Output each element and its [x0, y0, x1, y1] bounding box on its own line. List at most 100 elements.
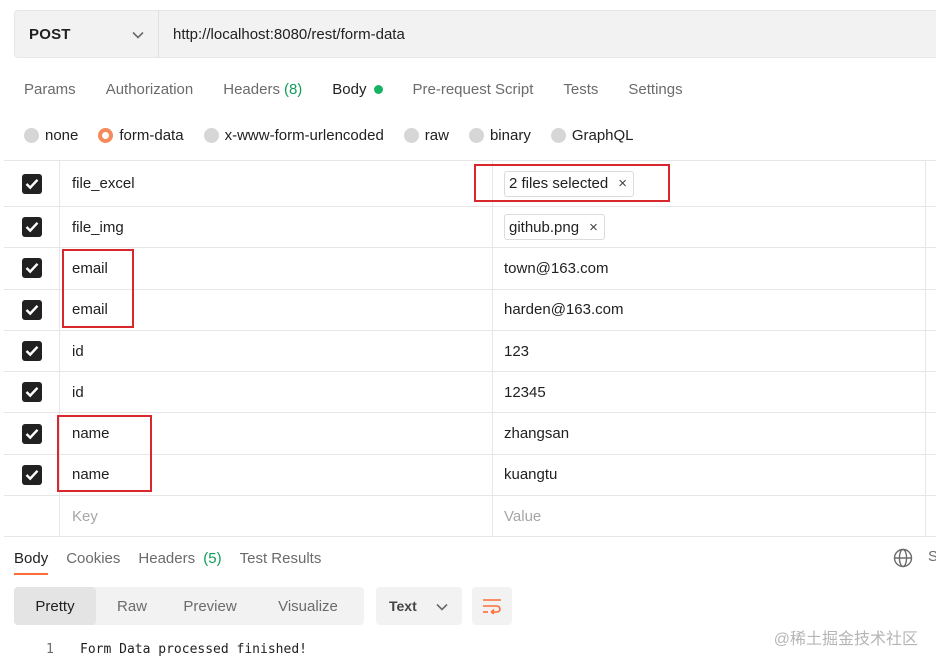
value-field[interactable]: harden@163.com — [493, 289, 926, 330]
method-label: POST — [29, 25, 71, 43]
table-row: email town@163.com — [4, 248, 936, 290]
close-icon[interactable]: × — [589, 219, 598, 236]
file-chip: 2 files selected × — [504, 170, 634, 197]
line-number: 1 — [46, 642, 54, 657]
row-checkbox[interactable] — [21, 341, 42, 362]
key-field[interactable]: name — [60, 413, 493, 454]
tab-headers[interactable]: Headers (8) — [223, 81, 302, 98]
key-field[interactable]: email — [60, 289, 493, 330]
value-field[interactable]: github.png × — [493, 207, 926, 248]
checkmark-icon — [25, 222, 38, 233]
wrap-lines-button[interactable] — [472, 587, 512, 625]
new-value-input[interactable]: Value — [493, 496, 926, 537]
method-select[interactable]: POST — [15, 11, 159, 57]
tab-label: Authorization — [105, 80, 194, 98]
radio-label: raw — [424, 126, 449, 144]
value-field[interactable]: kuangtu — [493, 454, 926, 496]
key-field[interactable]: id — [60, 372, 493, 413]
key-field[interactable]: id — [60, 330, 493, 372]
tab-pre-request-script[interactable]: Pre-request Script — [413, 81, 534, 98]
radio-label: x-www-form-urlencoded — [224, 126, 384, 144]
row-end-cell — [926, 455, 936, 495]
radio-graphql[interactable]: GraphQL — [550, 126, 634, 144]
headers-count: (8) — [283, 80, 303, 98]
row-checkbox[interactable] — [21, 423, 42, 444]
key-field[interactable]: name — [60, 454, 493, 496]
row-checkbox[interactable] — [21, 464, 42, 485]
row-checkbox[interactable] — [21, 299, 42, 320]
radio-x-www-form-urlencoded[interactable]: x-www-form-urlencoded — [203, 126, 384, 144]
radio-button — [203, 127, 219, 143]
table-row: file_excel 2 files selected × — [4, 161, 936, 207]
value-field[interactable]: town@163.com — [493, 248, 926, 289]
tab-tests[interactable]: Tests — [563, 81, 598, 98]
file-chip: github.png × — [504, 214, 605, 241]
file-chip-label: github.png — [509, 218, 580, 236]
view-preview-button[interactable]: Preview — [168, 587, 252, 625]
key-field[interactable]: email — [60, 248, 493, 289]
row-end-cell — [926, 161, 936, 206]
radio-raw[interactable]: raw — [403, 126, 449, 144]
body-active-dot — [373, 84, 383, 94]
table-row: id 123 — [4, 330, 936, 373]
tab-settings[interactable]: Settings — [628, 81, 682, 98]
value-field[interactable]: 2 files selected × — [493, 161, 926, 206]
row-end-cell — [926, 372, 936, 412]
view-visualize-button[interactable]: Visualize — [252, 587, 364, 625]
row-checkbox[interactable] — [21, 173, 42, 194]
checkmark-icon — [25, 346, 38, 357]
checkmark-icon — [25, 304, 38, 316]
tab-test-results[interactable]: Test Results — [240, 550, 322, 567]
close-icon[interactable]: × — [618, 175, 627, 192]
form-data-table: file_excel 2 files selected × file_img gi… — [4, 160, 936, 538]
tab-authorization[interactable]: Authorization — [106, 81, 194, 98]
key-field[interactable]: file_excel — [60, 161, 493, 206]
key-field[interactable]: file_img — [60, 207, 493, 248]
url-input[interactable]: http://localhost:8080/rest/form-data — [159, 11, 936, 57]
tab-label: Tests — [563, 80, 599, 98]
radio-button — [403, 127, 419, 143]
tab-label: Cookies — [66, 549, 121, 567]
value-field[interactable]: zhangsan — [493, 413, 926, 454]
chevron-down-icon — [436, 598, 448, 614]
radio-form-data[interactable]: form-data — [98, 127, 184, 144]
row-checkbox[interactable] — [21, 382, 42, 403]
tab-response-body[interactable]: Body — [14, 550, 49, 575]
checkmark-icon — [25, 428, 38, 439]
response-headers-count: (5) — [203, 549, 222, 567]
format-select-label: Text — [389, 598, 417, 614]
value-field[interactable]: 12345 — [493, 372, 926, 413]
tab-label: Pre-request Script — [412, 80, 534, 98]
radio-button — [550, 127, 566, 143]
radio-label: GraphQL — [571, 126, 634, 144]
globe-icon[interactable] — [893, 548, 913, 568]
new-key-input[interactable]: Key — [60, 496, 493, 537]
row-enable-cell — [4, 248, 60, 289]
value-field[interactable]: 123 — [493, 330, 926, 372]
radio-button — [468, 127, 484, 143]
table-row: name kuangtu — [4, 454, 936, 497]
checkmark-icon — [25, 178, 38, 189]
view-pretty-button[interactable]: Pretty — [14, 587, 96, 625]
tab-cookies[interactable]: Cookies — [66, 550, 120, 567]
checkmark-icon — [25, 387, 38, 398]
row-checkbox[interactable] — [21, 217, 42, 238]
checkmark-icon — [25, 263, 38, 274]
chevron-down-icon — [132, 26, 144, 42]
tab-body[interactable]: Body — [332, 81, 383, 98]
row-enable-cell — [4, 289, 60, 330]
format-select[interactable]: Text — [376, 587, 462, 625]
tab-params[interactable]: Params — [24, 81, 76, 98]
radio-label: binary — [489, 126, 531, 144]
row-end-cell — [926, 413, 936, 453]
row-enable-cell — [4, 496, 60, 537]
view-raw-button[interactable]: Raw — [96, 587, 168, 625]
radio-none[interactable]: none — [24, 127, 78, 144]
row-checkbox[interactable] — [21, 258, 42, 279]
radio-binary[interactable]: binary — [468, 126, 531, 144]
tab-label: Headers — [138, 549, 196, 567]
row-end-cell — [926, 290, 936, 330]
row-enable-cell — [4, 454, 60, 496]
tab-response-headers[interactable]: Headers (5) — [138, 550, 221, 567]
row-end-cell — [926, 331, 936, 371]
